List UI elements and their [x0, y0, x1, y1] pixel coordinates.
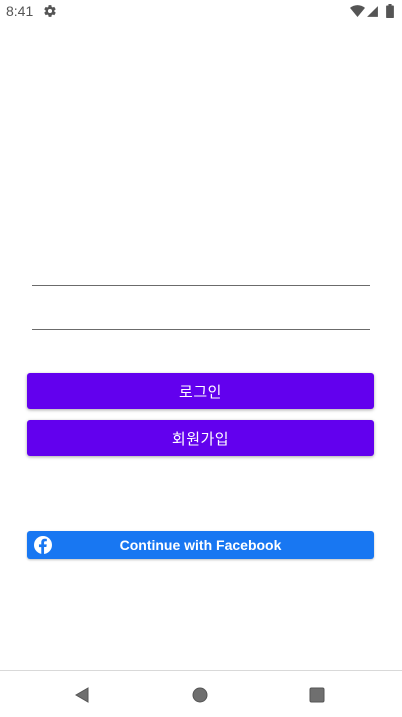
signal-icon: [367, 6, 378, 17]
login-button[interactable]: 로그인: [27, 373, 374, 409]
wifi-icon: [350, 5, 365, 17]
signup-button[interactable]: 회원가입: [27, 420, 374, 456]
status-bar: 8:41: [0, 0, 402, 24]
facebook-icon: [34, 536, 52, 554]
login-button-label: 로그인: [179, 382, 222, 401]
status-time: 8:41: [6, 3, 34, 19]
home-icon[interactable]: [192, 687, 208, 703]
recent-apps-icon[interactable]: [309, 687, 325, 703]
back-icon[interactable]: [74, 687, 90, 703]
navigation-bar: [0, 670, 402, 717]
signup-button-label: 회원가입: [171, 429, 230, 448]
facebook-login-button[interactable]: Continue with Facebook: [27, 531, 374, 559]
password-input[interactable]: [32, 303, 370, 330]
battery-icon: [386, 4, 394, 18]
facebook-button-label: Continue with Facebook: [119, 537, 282, 553]
id-input[interactable]: [32, 259, 370, 286]
gear-icon: [44, 5, 56, 17]
